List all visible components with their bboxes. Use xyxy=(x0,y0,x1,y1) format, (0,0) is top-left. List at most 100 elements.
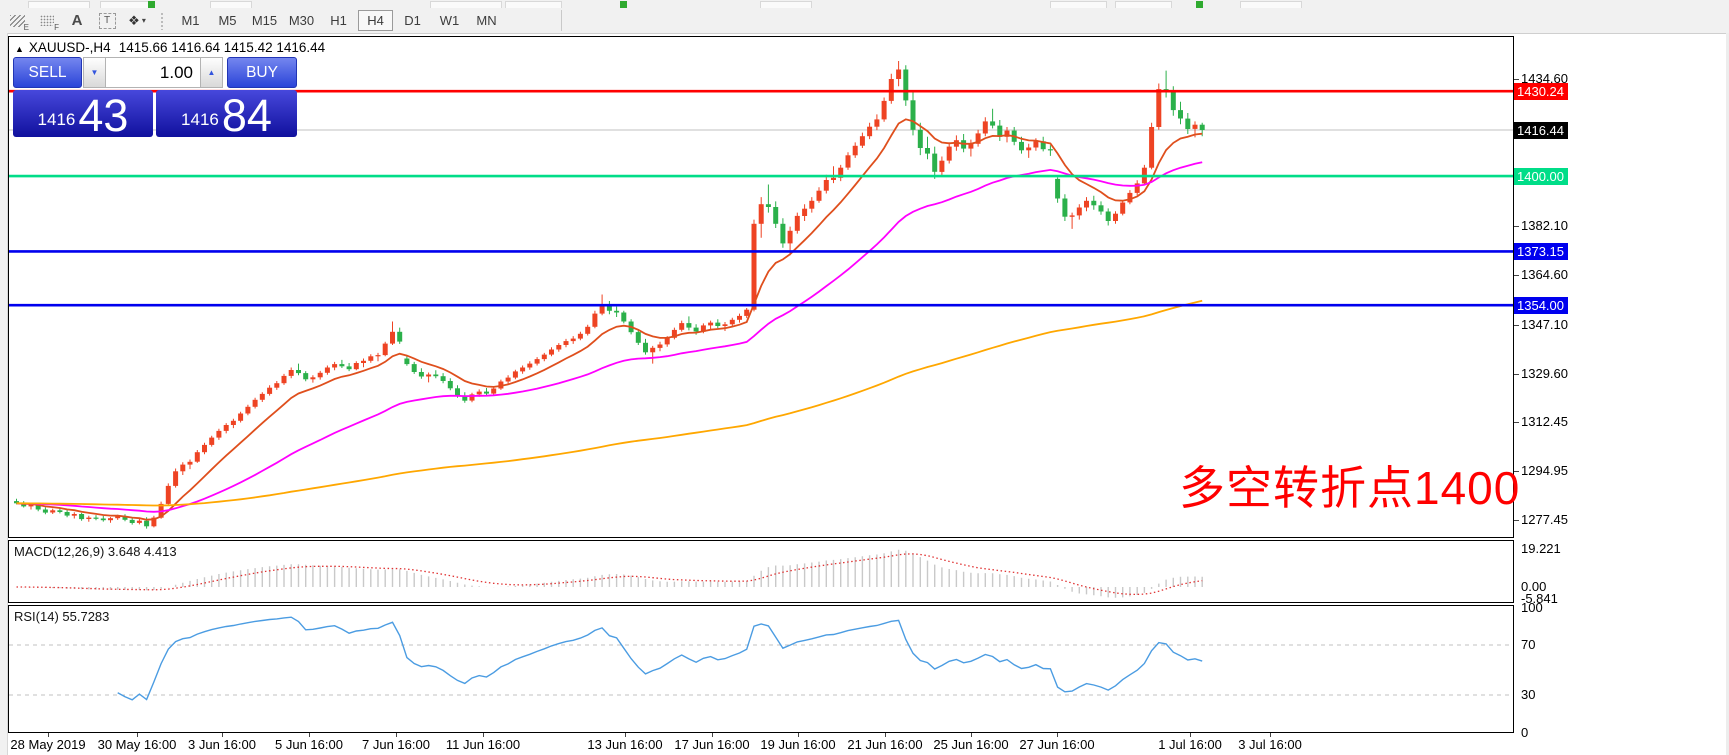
clipped-button-fragment xyxy=(430,1,502,8)
price-tick-label: 1347.10 xyxy=(1521,317,1568,333)
timeframe-button-m15[interactable]: M15 xyxy=(247,10,282,31)
timeframe-button-m5[interactable]: M5 xyxy=(210,10,245,31)
price-level-badge: 1373.15 xyxy=(1514,243,1568,260)
ohlc-values: 1415.66 1416.64 1415.42 1416.44 xyxy=(119,40,325,55)
macd-label: MACD(12,26,9) 3.648 4.413 xyxy=(14,544,177,559)
price-tick-mark xyxy=(1514,520,1519,521)
clipped-button-fragment xyxy=(620,1,627,8)
ask-price-small: 1416 xyxy=(181,110,219,130)
timeframe-button-w1[interactable]: W1 xyxy=(432,10,467,31)
clipped-button-fragment xyxy=(1240,1,1302,8)
price-level-badge: 1430.24 xyxy=(1514,83,1568,100)
time-tick-label: 30 May 16:00 xyxy=(98,737,177,752)
toolbar: E F A T ❖ ▾ M1M5M15M30H1H4D1W1MN xyxy=(0,8,1729,34)
timeframe-button-m30[interactable]: M30 xyxy=(284,10,319,31)
textbox-t-icon[interactable]: T xyxy=(94,11,120,31)
icon-subletter-f: F xyxy=(53,23,59,32)
time-tick-label: 28 May 2019 xyxy=(10,737,85,752)
time-tick-label: 19 Jun 16:00 xyxy=(760,737,835,752)
macd-tick-label: 19.221 xyxy=(1521,541,1561,557)
price-tick-label: 1382.10 xyxy=(1521,218,1568,234)
price-tick-label: 1312.45 xyxy=(1521,414,1568,430)
time-tick-label: 25 Jun 16:00 xyxy=(933,737,1008,752)
window-left-edge xyxy=(0,33,8,755)
time-tick-label: 11 Jun 16:00 xyxy=(446,737,520,752)
rsi-canvas[interactable] xyxy=(9,606,1513,732)
price-tick-mark xyxy=(1514,79,1519,80)
mt4-terminal: E F A T ❖ ▾ M1M5M15M30H1H4D1W1MN ▲ XAUUSD… xyxy=(0,0,1729,755)
price-tick-mark xyxy=(1514,374,1519,375)
rsi-label: RSI(14) 55.7283 xyxy=(14,609,109,624)
cursor-tools-icon[interactable]: ❖ ▾ xyxy=(124,11,150,31)
clipped-button-fragment xyxy=(1115,1,1172,8)
macd-panel[interactable]: MACD(12,26,9) 3.648 4.413 xyxy=(8,540,1514,603)
volume-decrease-button[interactable]: ▼ xyxy=(83,57,106,88)
clipped-button-fragment xyxy=(505,1,562,8)
price-tick-label: 1294.95 xyxy=(1521,463,1568,479)
time-tick-label: 1 Jul 16:00 xyxy=(1158,737,1222,752)
bid-price-big: 43 xyxy=(78,95,128,137)
sell-button[interactable]: SELL xyxy=(13,57,82,88)
clipped-button-fragment xyxy=(1050,1,1107,8)
volume-input[interactable] xyxy=(106,57,200,88)
timeframe-group: M1M5M15M30H1H4D1W1MN xyxy=(172,10,505,31)
price-tick-label: 1277.45 xyxy=(1521,512,1568,528)
buy-button[interactable]: BUY xyxy=(227,57,297,88)
rsi-tick-label: 70 xyxy=(1521,637,1535,653)
collapse-arrow-icon[interactable]: ▲ xyxy=(15,44,24,54)
price-tick-mark xyxy=(1514,422,1519,423)
time-tick-label: 27 Jun 16:00 xyxy=(1019,737,1094,752)
letter-a-glyph: A xyxy=(72,12,83,29)
clipped-button-fragment xyxy=(760,1,812,8)
icon-subletter-e: E xyxy=(23,23,29,32)
grid-fill-f-icon[interactable]: F xyxy=(34,11,60,31)
rsi-tick-label: 100 xyxy=(1521,600,1543,616)
cursor-glyph: ❖ xyxy=(128,13,140,29)
clipped-button-fragment xyxy=(210,1,252,8)
timeframe-button-d1[interactable]: D1 xyxy=(395,10,430,31)
price-tick-mark xyxy=(1514,325,1519,326)
clipped-button-fragment xyxy=(1196,1,1203,8)
time-tick-label: 17 Jun 16:00 xyxy=(674,737,749,752)
price-tick-mark xyxy=(1514,275,1519,276)
main-chart-panel[interactable]: ▲ XAUUSD-,H4 1415.66 1416.64 1415.42 1416.… xyxy=(8,36,1514,538)
timeframe-button-mn[interactable]: MN xyxy=(469,10,504,31)
pattern-fill-e-icon[interactable]: E xyxy=(4,11,30,31)
grid-glyph xyxy=(40,15,54,26)
timeframe-button-h1[interactable]: H1 xyxy=(321,10,356,31)
bid-price-box[interactable]: 1416 43 xyxy=(13,90,153,137)
ask-price-box[interactable]: 1416 84 xyxy=(156,90,297,137)
price-level-badge: 1416.44 xyxy=(1514,122,1568,139)
time-tick-label: 3 Jun 16:00 xyxy=(188,737,256,752)
clipped-button-fragment xyxy=(28,1,90,8)
price-tick-label: 1364.60 xyxy=(1521,267,1568,283)
bid-price-small: 1416 xyxy=(38,110,76,130)
time-tick-label: 7 Jun 16:00 xyxy=(362,737,430,752)
rsi-tick-label: 30 xyxy=(1521,687,1535,703)
price-level-badge: 1400.00 xyxy=(1514,168,1568,185)
time-tick-label: 5 Jun 16:00 xyxy=(275,737,343,752)
clipped-button-fragment xyxy=(148,1,155,8)
chart-text-annotation: 多空转折点1400 xyxy=(1179,452,1520,518)
price-tick-mark xyxy=(1514,226,1519,227)
toolbar-drag-handle[interactable] xyxy=(160,12,164,30)
price-tick-label: 1329.60 xyxy=(1521,366,1568,382)
chart-ohlc-header: ▲ XAUUSD-,H4 1415.66 1416.64 1415.42 1416.… xyxy=(15,40,325,55)
price-level-badge: 1354.00 xyxy=(1514,297,1568,314)
time-tick-label: 21 Jun 16:00 xyxy=(847,737,922,752)
letter-t-glyph: T xyxy=(99,13,116,29)
clipped-button-fragment xyxy=(100,1,150,8)
macd-canvas[interactable] xyxy=(9,541,1513,602)
volume-increase-button[interactable]: ▲ xyxy=(200,57,223,88)
rsi-panel[interactable]: RSI(14) 55.7283 xyxy=(8,605,1514,733)
chart-title: XAUUSD-,H4 xyxy=(29,40,111,55)
toolbar-separator xyxy=(561,10,562,31)
time-tick-label: 3 Jul 16:00 xyxy=(1238,737,1302,752)
time-tick-label: 13 Jun 16:00 xyxy=(587,737,662,752)
rsi-tick-label: 0 xyxy=(1521,725,1528,741)
chevron-down-icon[interactable]: ▾ xyxy=(142,16,146,25)
text-label-a-icon[interactable]: A xyxy=(64,11,90,31)
ask-price-big: 84 xyxy=(222,95,272,137)
timeframe-button-h4[interactable]: H4 xyxy=(358,10,393,31)
timeframe-button-m1[interactable]: M1 xyxy=(173,10,208,31)
